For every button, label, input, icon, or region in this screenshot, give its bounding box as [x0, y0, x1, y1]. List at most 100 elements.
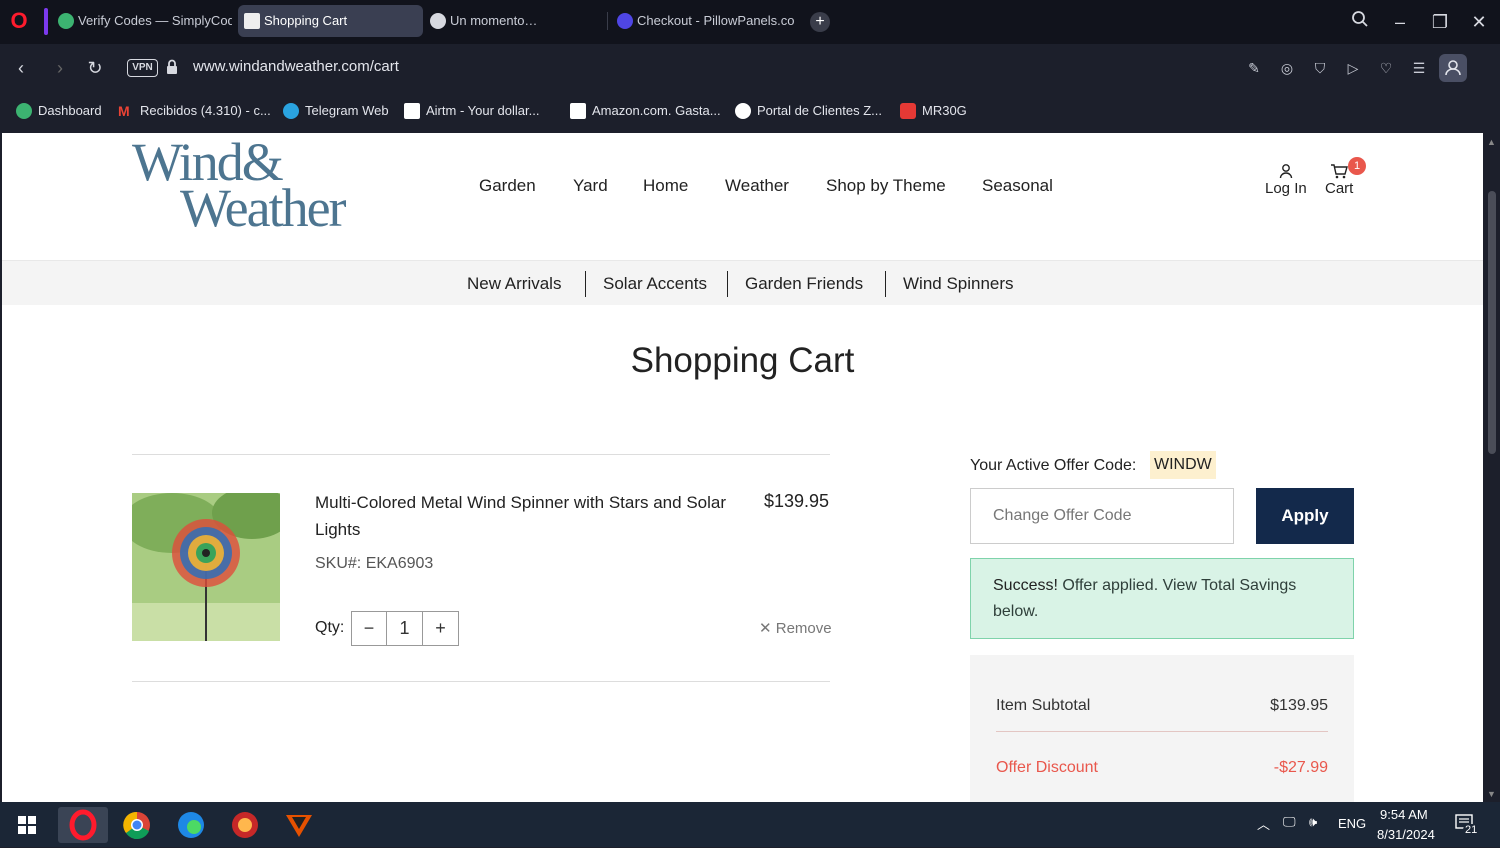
restore-button[interactable]: ❐	[1428, 10, 1452, 34]
bookmark-airtm[interactable]: Airtm - Your dollar...	[404, 101, 539, 121]
subnav-wind-spinners[interactable]: Wind Spinners	[903, 274, 1014, 294]
bookmark-label: Amazon.com. Gasta...	[592, 103, 721, 118]
nav-weather[interactable]: Weather	[725, 176, 789, 196]
subnav-solar-accents[interactable]: Solar Accents	[603, 274, 707, 294]
discount-value: -$27.99	[1273, 759, 1328, 776]
shield-icon[interactable]: ⛉	[1309, 57, 1331, 79]
url-field[interactable]: www.windandweather.com/cart	[193, 58, 399, 75]
network-icon[interactable]: 🖵	[1283, 814, 1296, 830]
apply-offer-button[interactable]: Apply	[1256, 488, 1354, 544]
start-button[interactable]	[8, 807, 46, 843]
subnav-garden-friends[interactable]: Garden Friends	[745, 274, 863, 294]
camera-icon[interactable]: ◎	[1276, 57, 1298, 79]
taskbar-opera[interactable]	[58, 807, 108, 843]
bookmark-amazon[interactable]: Amazon.com. Gasta...	[570, 101, 721, 121]
subtotal-row: Item Subtotal $139.95	[996, 697, 1328, 715]
taskbar-chrome[interactable]	[116, 807, 158, 843]
cart-icon	[1331, 164, 1349, 179]
order-summary: Item Subtotal $139.95 Offer Discount -$2…	[970, 655, 1354, 802]
close-window-button[interactable]: ✕	[1467, 10, 1491, 34]
address-bar-row: ‹ › ↻ VPN www.windandweather.com/cart ✎ …	[0, 44, 1500, 124]
browser-tab-bar: O Verify Codes — SimplyCodes Shopping Ca…	[0, 0, 1500, 44]
tab-simplycodes[interactable]: Verify Codes — SimplyCodes	[52, 5, 232, 37]
minimize-button[interactable]: –	[1388, 10, 1412, 34]
page-scrollbar[interactable]: ▲ ▼	[1484, 133, 1500, 802]
bookmark-gmail[interactable]: M Recibidos (4.310) - c...	[118, 101, 271, 121]
clock-time[interactable]: 9:54 AM	[1380, 807, 1428, 822]
tab-label: Checkout - PillowPanels.com	[637, 13, 795, 28]
discount-label: Offer Discount	[996, 759, 1098, 776]
red-app-icon	[232, 812, 258, 838]
taskbar-app-red[interactable]	[224, 807, 266, 843]
bookmark-dashboard[interactable]: Dashboard	[16, 101, 102, 121]
subnav-new-arrivals[interactable]: New Arrivals	[467, 274, 561, 294]
new-tab-button[interactable]: +	[810, 12, 830, 32]
heart-icon[interactable]: ♡	[1375, 57, 1397, 79]
product-image[interactable]	[132, 493, 280, 641]
tab-shopping-cart[interactable]: Shopping Cart	[238, 5, 423, 37]
scroll-up-icon[interactable]: ▲	[1487, 137, 1496, 147]
lock-icon[interactable]	[166, 59, 178, 75]
remove-item-button[interactable]: ✕ Remove	[759, 619, 832, 637]
simplycodes-favicon-icon	[58, 13, 74, 29]
simplycodes-icon	[16, 103, 32, 119]
bookmark-telegram[interactable]: Telegram Web	[283, 101, 389, 121]
nav-seasonal[interactable]: Seasonal	[982, 176, 1053, 196]
tab-un-momento[interactable]: Un momento…	[424, 5, 604, 37]
quantity-stepper: − 1 +	[351, 611, 459, 646]
logo-line-2: Weather	[180, 178, 347, 238]
sub-nav: New Arrivals Solar Accents Garden Friend…	[2, 260, 1483, 305]
offer-code-input[interactable]: Change Offer Code	[970, 488, 1234, 544]
subnav-divider	[585, 271, 586, 297]
scroll-down-icon[interactable]: ▼	[1487, 789, 1496, 799]
nav-garden[interactable]: Garden	[479, 176, 536, 196]
clock-date[interactable]: 8/31/2024	[1377, 827, 1435, 842]
tab-separator	[607, 12, 608, 30]
nav-home[interactable]: Home	[643, 176, 688, 196]
active-offer-code: WINDW	[1150, 451, 1216, 479]
volume-icon[interactable]: 🕪	[1309, 814, 1317, 830]
web-page: Wind& Weather Garden Yard Home Weather S…	[2, 133, 1483, 802]
bookmark-portal[interactable]: Portal de Clientes Z...	[735, 101, 882, 121]
telegram-icon	[283, 103, 299, 119]
language-indicator[interactable]: ENG	[1338, 816, 1366, 831]
vpn-badge[interactable]: VPN	[127, 59, 158, 77]
bookmarks-bar: Dashboard M Recibidos (4.310) - c... Tel…	[0, 92, 1500, 129]
easy-setup-icon[interactable]: ☰	[1408, 57, 1430, 79]
scrollbar-thumb[interactable]	[1488, 191, 1496, 454]
bookmark-label: Airtm - Your dollar...	[426, 103, 540, 118]
tab-group-marker	[44, 8, 48, 35]
forward-button[interactable]: ›	[48, 56, 72, 80]
portal-icon	[735, 103, 751, 119]
taskbar-app-v[interactable]	[278, 807, 320, 843]
remove-label: Remove	[775, 620, 832, 637]
qty-input[interactable]: 1	[387, 612, 423, 645]
qty-increase-button[interactable]: +	[423, 612, 458, 645]
qty-label: Qty:	[315, 619, 345, 636]
bookmark-mr30g[interactable]: MR30G	[900, 101, 967, 121]
play-icon[interactable]: ▷	[1342, 57, 1364, 79]
nav-yard[interactable]: Yard	[573, 176, 608, 196]
taskbar-edge[interactable]	[170, 807, 212, 843]
show-hidden-icons[interactable]: ︿	[1257, 814, 1270, 833]
qty-decrease-button[interactable]: −	[352, 612, 387, 645]
profile-icon[interactable]	[1439, 54, 1467, 82]
subnav-divider	[885, 271, 886, 297]
tab-label: Verify Codes — SimplyCodes	[78, 13, 232, 28]
windows-taskbar: ︿ 🖵 🕪 ENG 9:54 AM 8/31/2024 21	[0, 802, 1500, 847]
tab-pillowpanels[interactable]: Checkout - PillowPanels.com	[611, 5, 795, 37]
login-link[interactable]: Log In	[1265, 163, 1307, 197]
offer-success-message: Success! Offer applied. View Total Savin…	[970, 558, 1354, 639]
gmail-icon: M	[118, 103, 130, 119]
back-button[interactable]: ‹	[9, 56, 33, 80]
search-tabs-icon[interactable]	[1348, 10, 1372, 34]
pillowpanels-favicon-icon	[617, 13, 633, 29]
nav-shop-by-theme[interactable]: Shop by Theme	[826, 176, 946, 196]
reload-icon[interactable]: ↻	[83, 56, 107, 80]
opera-logo-icon[interactable]: O	[8, 9, 30, 33]
offer-code-label: Your Active Offer Code:	[970, 457, 1137, 474]
cart-count-badge: 1	[1348, 157, 1366, 175]
product-name-link[interactable]: Multi-Colored Metal Wind Spinner with St…	[315, 489, 745, 543]
share-icon[interactable]: ✎	[1243, 57, 1265, 79]
v-app-icon	[286, 815, 312, 837]
